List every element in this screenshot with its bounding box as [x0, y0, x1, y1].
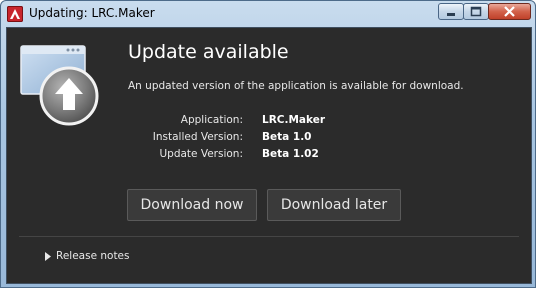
info-label-installed-version: Installed Version:	[152, 131, 243, 143]
download-later-button[interactable]: Download later	[267, 189, 401, 221]
adobe-air-icon	[7, 6, 23, 22]
title-bar[interactable]: Updating: LRC.Maker	[1, 1, 535, 27]
divider	[19, 236, 519, 237]
info-label-update-version: Update Version:	[159, 148, 243, 160]
minimize-button[interactable]	[438, 3, 464, 20]
minimize-icon	[447, 13, 455, 16]
window-title: Updating: LRC.Maker	[29, 6, 155, 20]
info-label-application: Application:	[180, 114, 243, 126]
download-now-button[interactable]: Download now	[127, 189, 257, 221]
update-window: Updating: LRC.Maker Update available An …	[0, 0, 536, 288]
info-value-installed-version: Beta 1.0	[262, 131, 312, 143]
update-description: An updated version of the application is…	[128, 80, 464, 92]
maximize-button[interactable]	[463, 3, 489, 20]
close-button[interactable]	[488, 3, 531, 20]
maximize-icon	[470, 6, 482, 17]
info-value-update-version: Beta 1.02	[262, 148, 319, 160]
close-icon	[504, 6, 515, 17]
update-heading: Update available	[128, 41, 289, 63]
release-notes-label: Release notes	[56, 250, 130, 262]
dialog-body: Update available An updated version of t…	[6, 27, 532, 284]
info-value-application: LRC.Maker	[262, 114, 326, 126]
update-arrow-up-icon	[20, 45, 99, 126]
triangle-right-icon	[45, 252, 51, 261]
